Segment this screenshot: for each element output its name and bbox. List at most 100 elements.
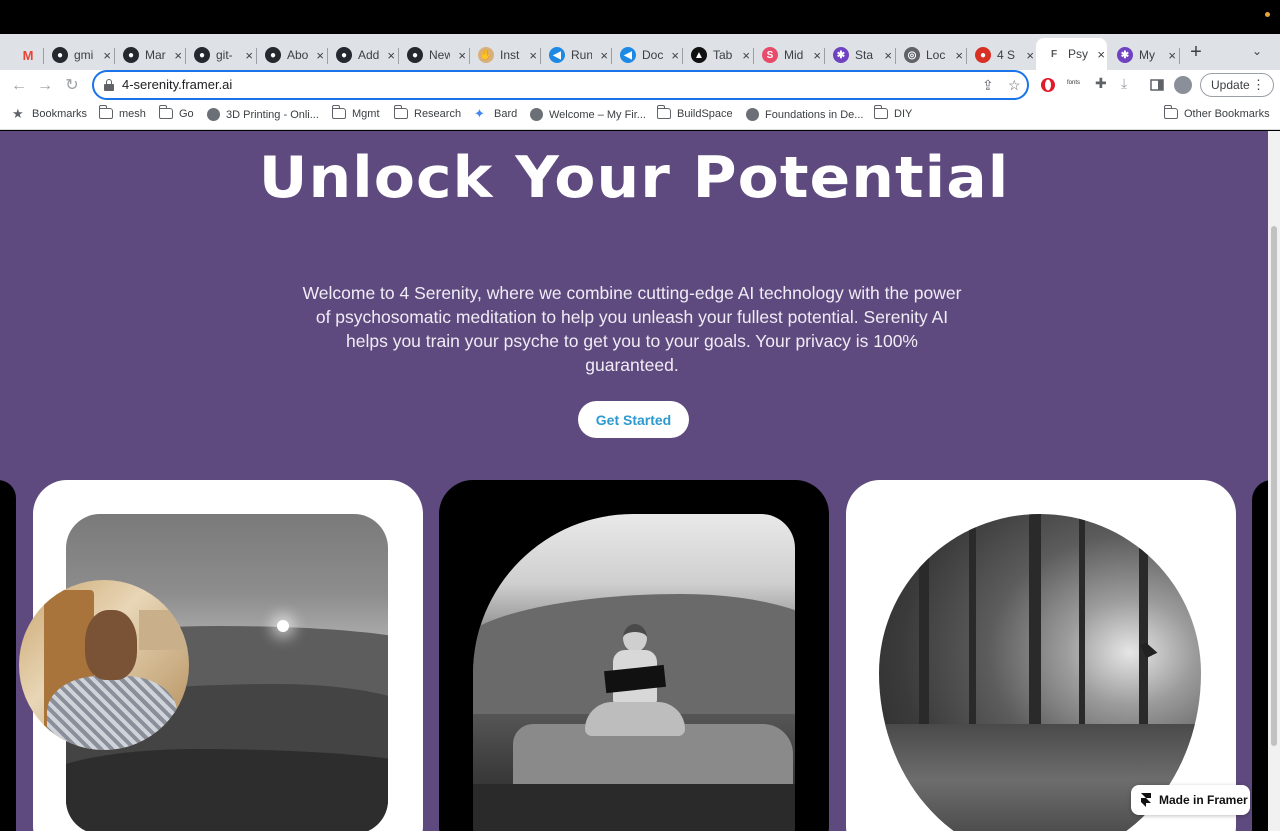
close-tab-icon[interactable]: ×	[243, 48, 255, 63]
browser-tab[interactable]: ● gmi ×	[42, 40, 115, 70]
midjourney-icon: S	[762, 47, 778, 63]
bookmark-item[interactable]: Foundations in De...	[746, 108, 863, 121]
side-panel-icon[interactable]	[1149, 77, 1165, 93]
site-icon	[746, 108, 759, 121]
close-tab-icon[interactable]: ×	[953, 48, 965, 63]
woman-reading-image	[473, 514, 795, 831]
vscode-icon: ◀	[620, 47, 636, 63]
update-button[interactable]: Update ⋮	[1200, 73, 1274, 97]
tab-title: Psy	[1068, 47, 1089, 61]
tableau-icon: ▲	[691, 47, 707, 63]
close-tab-icon[interactable]: ×	[1095, 47, 1107, 62]
image-card-reading	[439, 480, 829, 831]
forward-arrow-icon[interactable]: →	[34, 75, 56, 97]
close-tab-icon[interactable]: ×	[598, 48, 610, 63]
browser-tab[interactable]: ✱ Sta ×	[823, 40, 896, 70]
other-bookmarks-folder[interactable]: Other Bookmarks	[1163, 105, 1270, 120]
browser-tab[interactable]: ◎ Loc ×	[894, 40, 967, 70]
bookmark-item[interactable]: Welcome – My Fir...	[530, 108, 646, 121]
extensions-puzzle-icon[interactable]: ✚	[1095, 75, 1111, 91]
browser-tab[interactable]: ● New ×	[397, 40, 470, 70]
close-tab-icon[interactable]: ×	[811, 48, 823, 63]
back-arrow-icon[interactable]: ←	[8, 75, 30, 97]
address-bar[interactable]: 4-serenity.framer.ai ⇪ ☆	[92, 70, 1029, 100]
hero-title: Unlock Your Potential	[258, 144, 1010, 212]
tab-separator	[1179, 48, 1180, 64]
folder-icon	[1163, 105, 1178, 120]
framer-icon: F	[1050, 48, 1058, 60]
bookmark-label: Go	[179, 108, 194, 120]
browser-tab[interactable]: M	[10, 40, 44, 70]
new-tab-button[interactable]: +	[1186, 40, 1206, 64]
reload-icon[interactable]: ↻	[61, 75, 83, 97]
hero-description: Welcome to 4 Serenity, where we combine …	[302, 283, 962, 375]
browser-tab[interactable]: ● 4 S ×	[965, 40, 1038, 70]
github-icon: ●	[123, 47, 139, 63]
browser-tab[interactable]: ● Mar ×	[113, 40, 186, 70]
browser-tab[interactable]: ✱ My ×	[1107, 40, 1180, 70]
profile-avatar[interactable]	[1174, 76, 1192, 94]
more-menu-icon[interactable]: ⋮	[1252, 77, 1265, 93]
browser-tab[interactable]: ● git- ×	[184, 40, 257, 70]
bookmark-item[interactable]: ✦ Bard	[474, 107, 517, 120]
bookmark-star-icon[interactable]: ☆	[1008, 77, 1021, 94]
tab-title: Doc	[642, 48, 664, 62]
scrollbar-thumb[interactable]	[1271, 226, 1277, 746]
close-tab-icon[interactable]: ×	[1024, 48, 1036, 63]
github-icon: ●	[52, 47, 68, 63]
close-tab-icon[interactable]: ×	[740, 48, 752, 63]
tab-title: gmi	[74, 48, 94, 62]
share-icon[interactable]: ⇪	[982, 77, 994, 94]
tab-search-icon[interactable]: ⌄	[1252, 44, 1262, 58]
bookmark-label: 3D Printing - Onli...	[226, 108, 319, 121]
bookmark-label: Welcome – My Fir...	[549, 108, 646, 121]
close-tab-icon[interactable]: ×	[882, 48, 894, 63]
browser-tab[interactable]: ✋ Inst ×	[468, 40, 541, 70]
tab-title: Loc	[926, 48, 946, 62]
folder-icon	[331, 105, 346, 120]
bookmark-item[interactable]: Research	[393, 105, 462, 120]
system-bar	[0, 0, 1280, 34]
browser-tab[interactable]: ◀ Doc ×	[610, 40, 683, 70]
browser-tab[interactable]: F Psy ×	[1036, 38, 1107, 70]
close-tab-icon[interactable]: ×	[172, 48, 184, 63]
github-icon: ●	[336, 47, 352, 63]
browser-tab[interactable]: S Mid ×	[752, 40, 825, 70]
bookmark-item[interactable]: 3D Printing - Onli...	[207, 108, 319, 121]
folder-icon	[393, 105, 408, 120]
browser-tab[interactable]: ◀ Run ×	[539, 40, 612, 70]
download-icon[interactable]: ⤓	[1121, 75, 1137, 91]
opera-icon[interactable]	[1040, 77, 1056, 93]
close-tab-icon[interactable]: ×	[314, 48, 326, 63]
close-tab-icon[interactable]: ×	[101, 48, 113, 63]
card-partial-left	[0, 480, 16, 831]
fonts-extension-icon[interactable]: fonts	[1067, 80, 1087, 96]
url-text[interactable]: 4-serenity.framer.ai	[122, 77, 232, 92]
made-in-framer-badge[interactable]: Made in Framer	[1131, 785, 1250, 815]
close-tab-icon[interactable]: ×	[385, 48, 397, 63]
serenity-icon: ●	[975, 47, 991, 63]
lock-icon[interactable]	[104, 79, 114, 91]
tab-title: New	[429, 48, 451, 62]
close-tab-icon[interactable]: ×	[669, 48, 681, 63]
bookmark-item[interactable]: mesh	[98, 105, 146, 120]
close-tab-icon[interactable]: ×	[527, 48, 539, 63]
page-scrollbar[interactable]	[1268, 131, 1280, 831]
tab-title: 4 S	[997, 48, 1016, 62]
browser-tab[interactable]: ● Abo ×	[255, 40, 328, 70]
browser-tab[interactable]: ▲ Tab ×	[681, 40, 754, 70]
bookmark-item[interactable]: Go	[158, 105, 194, 120]
browser-tab[interactable]: ● Add ×	[326, 40, 399, 70]
folder-icon	[98, 105, 113, 120]
bookmark-label: Research	[414, 108, 462, 120]
image-card-forest	[846, 480, 1236, 831]
bookmark-item[interactable]: DIY	[873, 105, 912, 120]
bookmark-item[interactable]: ★ Bookmarks	[12, 107, 87, 120]
stability-icon: ✱	[1117, 47, 1133, 63]
bookmark-item[interactable]: Mgmt	[331, 105, 380, 120]
close-tab-icon[interactable]: ×	[456, 48, 468, 63]
get-started-button[interactable]: Get Started	[578, 401, 689, 438]
close-tab-icon[interactable]: ×	[1166, 48, 1178, 63]
bookmark-item[interactable]: BuildSpace	[656, 105, 733, 120]
site-icon	[207, 108, 220, 121]
